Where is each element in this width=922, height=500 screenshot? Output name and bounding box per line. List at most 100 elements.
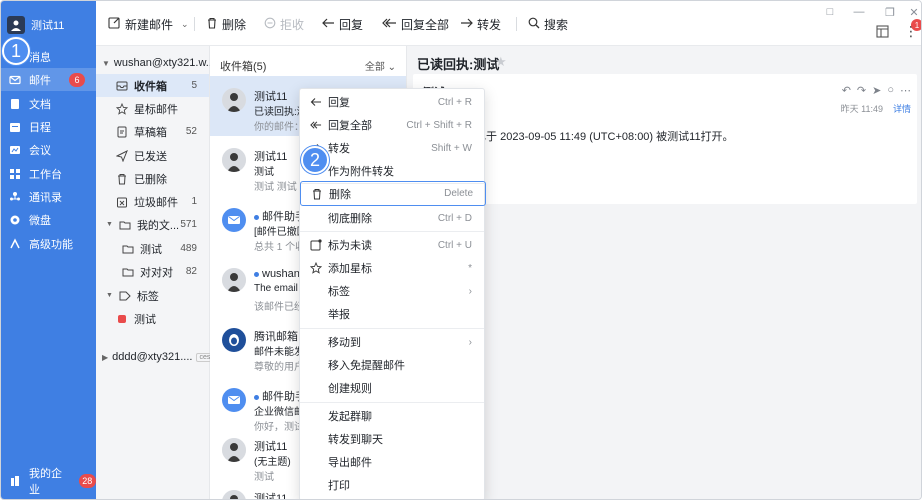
tag-test[interactable]: 测试 — [96, 307, 209, 330]
folder-count: 82 — [185, 266, 197, 277]
nav-label: 微盘 — [29, 214, 51, 227]
menu-item-delete[interactable]: 删除 Delete — [300, 181, 486, 206]
menu-item-add-star[interactable]: 添加星标 * — [300, 257, 484, 279]
folder-label: 垃圾邮件 — [134, 196, 178, 209]
menu-item-permanent-delete[interactable]: 彻底删除 Ctrl + D — [300, 207, 484, 229]
forward-icon[interactable]: ➤ — [872, 84, 881, 97]
mail-card: 测试11 ↶ ↷ ➤ ○ ⋯ 昨天 11:49 详情 试 已于 2023-09-… — [413, 74, 917, 204]
layout-icon[interactable] — [874, 23, 890, 39]
nav-item-mail[interactable]: 邮件 6 — [1, 68, 96, 91]
close-icon[interactable]: ✕ — [907, 5, 921, 19]
sender-avatar — [222, 148, 246, 172]
reply-all-button[interactable]: 回复全部 — [382, 15, 449, 33]
menu-item-reply-all[interactable]: 回复全部 Ctrl + Shift + R — [300, 114, 484, 136]
menu-label: 彻底删除 — [328, 213, 372, 225]
new-mail-button[interactable]: 新建邮件 ⌄ — [108, 15, 189, 33]
reply-icon — [310, 96, 322, 108]
reply-all-label: 回复全部 — [401, 17, 450, 32]
mail-detail-link[interactable]: 详情 — [893, 102, 911, 115]
message-sender: 测试11 — [254, 441, 288, 453]
folder-drafts[interactable]: 草稿箱 52 — [96, 120, 209, 143]
menu-item-move-to-no-remind[interactable]: 移入免提醒邮件 — [300, 354, 484, 376]
menu-item-forward-to-chat[interactable]: 转发到聊天 — [300, 428, 484, 450]
menu-shortcut: Ctrl + D — [437, 212, 472, 224]
restore-icon[interactable]: ❐ — [883, 5, 897, 19]
folder-deleted[interactable]: 已删除 — [96, 167, 209, 190]
star-icon[interactable]: ★ — [495, 54, 507, 70]
menu-item-reply[interactable]: 回复 Ctrl + R — [300, 91, 484, 113]
nav-item-workbench[interactable]: 工作台 — [1, 162, 96, 185]
menu-item-export[interactable]: 导出邮件 — [300, 451, 484, 473]
menu-item-mark-unread[interactable]: 标为未读 Ctrl + U — [300, 234, 484, 256]
mail-body: 试 已于 2023-09-05 11:49 (UTC+08:00) 被测试11打… — [461, 131, 734, 143]
folder-spam[interactable]: 垃圾邮件 1 — [96, 190, 209, 213]
menu-item-start-group-chat[interactable]: 发起群聊 — [300, 405, 484, 427]
nav-item-my-enterprise[interactable]: 我的企业 28 — [1, 468, 96, 496]
unread-icon — [310, 239, 322, 251]
menu-label: 回复 — [328, 97, 350, 109]
chevron-down-icon: ⌄ — [181, 18, 189, 29]
mail-time: 昨天 11:49 — [840, 104, 883, 114]
folder-label: 已删除 — [134, 173, 167, 186]
chevron-right-icon: › — [468, 285, 472, 297]
folder-sent[interactable]: 已发送 — [96, 144, 209, 167]
message-preview: 测试 测试 — [254, 182, 297, 193]
pin-icon[interactable]: □ — [823, 5, 837, 19]
nav-item-contacts[interactable]: 通讯录 — [1, 185, 96, 208]
nav-label: 日程 — [29, 121, 51, 134]
folder-my-folders[interactable]: ▼ 我的文... 571 — [96, 213, 209, 236]
reply-button[interactable]: 回复 — [322, 15, 363, 33]
contacts-icon — [9, 191, 21, 203]
folder-label: 测试 — [140, 243, 162, 256]
menu-item-report[interactable]: 举报 — [300, 303, 484, 325]
nav-item-calendar[interactable]: 日程 — [1, 115, 96, 138]
nav-item-drive[interactable]: 微盘 — [1, 208, 96, 231]
chat-icon[interactable]: ○ — [887, 84, 894, 97]
list-filter-dropdown[interactable]: 全部 ⌄ — [365, 58, 396, 73]
star-icon — [310, 262, 322, 274]
reject-label: 拒收 — [280, 17, 305, 32]
menu-label: 删除 — [329, 188, 351, 201]
message-subject: (无主题) — [254, 457, 291, 468]
context-menu: 回复 Ctrl + R 回复全部 Ctrl + Shift + R 转发 Shi… — [299, 88, 486, 499]
folder-label: 对对对 — [140, 266, 173, 279]
message-preview: 尊敬的用户 — [254, 362, 304, 373]
folder-test[interactable]: 测试 489 — [96, 237, 209, 260]
folder-duiduidui[interactable]: 对对对 82 — [96, 260, 209, 283]
nav-user[interactable]: 测试11 — [7, 15, 64, 35]
nav-item-docs[interactable]: 文档 — [1, 92, 96, 115]
more-icon[interactable]: ⋯ — [900, 84, 911, 97]
reply-all-icon[interactable]: ↷ — [857, 84, 866, 97]
account-header-wushan[interactable]: ▼ wushan@xty321.w... — [102, 54, 215, 72]
folder-label: 测试 — [134, 313, 156, 326]
nav-label: 会议 — [29, 144, 51, 157]
minimize-icon[interactable]: — — [852, 5, 866, 19]
folder-tags[interactable]: ▼ 标签 — [96, 284, 209, 307]
forward-label: 转发 — [477, 17, 502, 32]
meeting-icon — [9, 144, 21, 156]
delete-button[interactable]: 删除 — [206, 15, 246, 33]
menu-item-move-to[interactable]: 移动到 › — [300, 331, 484, 353]
caret-down-icon: ▼ — [102, 58, 110, 68]
nav-item-meeting[interactable]: 会议 — [1, 138, 96, 161]
step-indicator-2: 2 — [301, 146, 329, 174]
folder-inbox[interactable]: 收件箱 5 — [96, 74, 209, 97]
account-header-dddd[interactable]: ▶ dddd@xty321.... ces — [102, 348, 214, 366]
search-button[interactable]: 搜索 — [528, 15, 568, 33]
unread-dot — [254, 394, 259, 400]
send-icon — [116, 149, 128, 162]
menu-shortcut: Shift + W — [431, 142, 472, 154]
user-avatar — [7, 16, 25, 34]
message-preview: 总共 1 个收 — [254, 242, 306, 253]
nav-item-advanced[interactable]: 高级功能 — [1, 232, 96, 255]
forward-button[interactable]: 转发 — [460, 15, 501, 33]
trash-icon — [206, 17, 218, 32]
advanced-icon — [9, 237, 21, 250]
folder-label: 星标邮件 — [134, 103, 178, 116]
reject-button[interactable]: 拒收 — [264, 15, 304, 33]
menu-item-create-rule[interactable]: 创建规则 — [300, 377, 484, 399]
reply-icon[interactable]: ↶ — [842, 84, 851, 97]
menu-item-tags[interactable]: 标签 › — [300, 280, 484, 302]
menu-item-print[interactable]: 打印 — [300, 474, 484, 496]
folder-starred[interactable]: 星标邮件 — [96, 97, 209, 120]
